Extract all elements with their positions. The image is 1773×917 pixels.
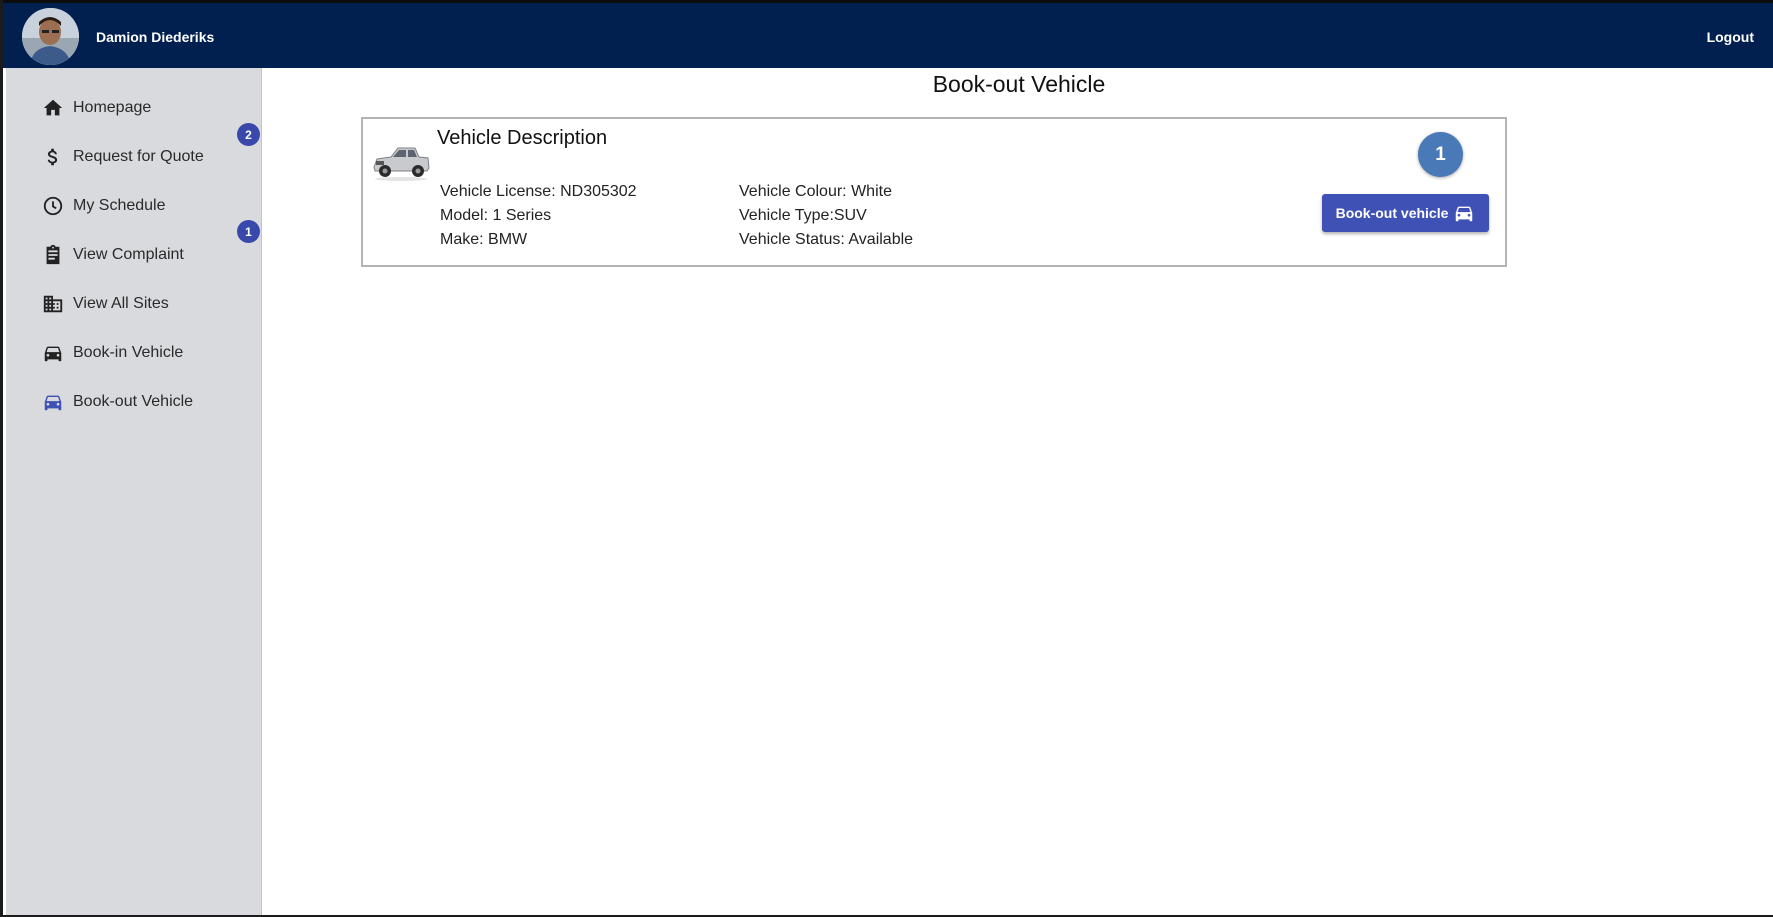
- book-out-vehicle-button[interactable]: Book-out vehicle: [1322, 194, 1489, 232]
- top-navbar: Damion Diederiks Logout: [3, 0, 1773, 68]
- sidebar-item-label: View Complaint: [73, 246, 184, 263]
- vehicle-status: Vehicle Status: Available: [739, 231, 914, 248]
- sidebar-item-label: Homepage: [73, 99, 152, 116]
- clock-icon: [42, 195, 64, 217]
- user-name: Damion Diederiks: [96, 29, 215, 45]
- sidebar-item-my-schedule[interactable]: My Schedule: [42, 192, 252, 220]
- page-title: Book-out Vehicle: [932, 71, 1106, 97]
- building-icon: [42, 293, 64, 315]
- card-heading: Vehicle Description: [437, 127, 608, 149]
- clipboard-icon: [42, 244, 64, 266]
- dollar-icon: [42, 146, 64, 168]
- sidebar-item-label: Book-in Vehicle: [73, 344, 184, 361]
- vehicle-thumbnail: [371, 133, 431, 187]
- sidebar: Homepage Request for Quote My Schedule V…: [6, 68, 262, 915]
- car-icon: [1453, 202, 1475, 224]
- vehicle-card: Vehicle Description Vehicle License: ND3…: [361, 117, 1507, 267]
- sidebar-item-label: Book-out Vehicle: [73, 393, 194, 410]
- sidebar-item-view-all-sites[interactable]: View All Sites: [42, 290, 252, 318]
- user-avatar[interactable]: [22, 8, 79, 65]
- vehicle-model: Model: 1 Series: [440, 207, 552, 224]
- vehicle-make: Make: BMW: [440, 231, 528, 248]
- vehicle-colour: Vehicle Colour: White: [739, 183, 892, 200]
- vehicle-count-badge: 1: [1418, 132, 1463, 177]
- sidebar-item-book-in-vehicle[interactable]: Book-in Vehicle: [42, 339, 252, 367]
- sidebar-item-view-complaint[interactable]: View Complaint: [42, 241, 252, 269]
- sidebar-item-request-for-quote[interactable]: Request for Quote: [42, 143, 252, 171]
- sidebar-item-book-out-vehicle[interactable]: Book-out Vehicle: [42, 388, 252, 416]
- logout-link[interactable]: Logout: [1707, 29, 1754, 45]
- app-window: Damion Diederiks Logout Homepage Request…: [0, 0, 1773, 917]
- button-label: Book-out vehicle: [1335, 205, 1449, 221]
- home-icon: [42, 97, 64, 119]
- sidebar-item-label: My Schedule: [73, 197, 166, 214]
- car-icon: [42, 391, 64, 413]
- complaint-count-badge: 1: [237, 220, 260, 243]
- sidebar-item-label: View All Sites: [73, 295, 169, 312]
- vehicle-type: Vehicle Type:SUV: [739, 207, 867, 224]
- vehicle-license: Vehicle License: ND305302: [440, 183, 637, 200]
- car-icon: [42, 342, 64, 364]
- quote-count-badge: 2: [237, 123, 260, 146]
- sidebar-item-label: Request for Quote: [73, 148, 204, 165]
- sidebar-item-homepage[interactable]: Homepage: [42, 94, 252, 122]
